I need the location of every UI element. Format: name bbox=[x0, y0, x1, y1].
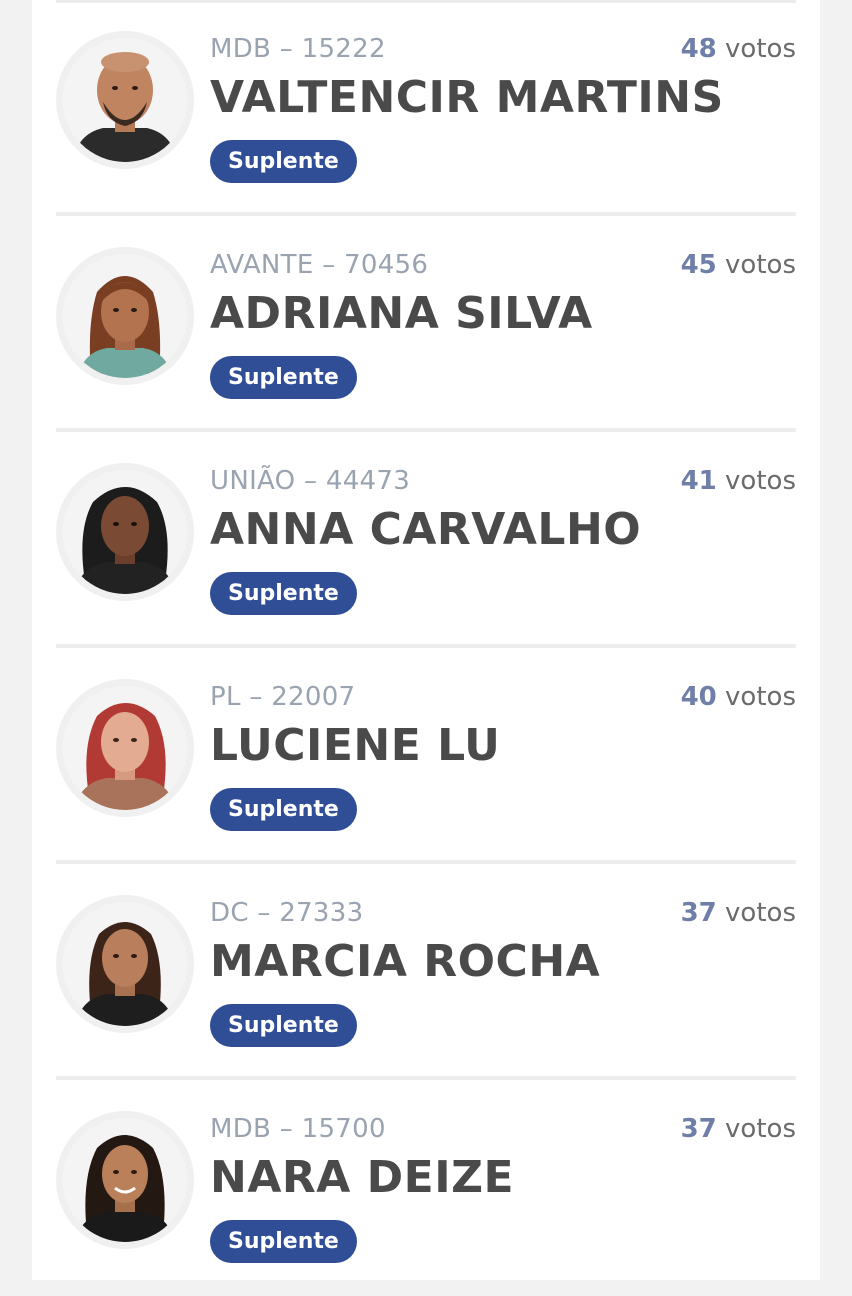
vote-number: 37 bbox=[680, 898, 717, 928]
vote-label: votos bbox=[725, 682, 796, 712]
candidate-photo bbox=[63, 902, 187, 1026]
candidate-photo bbox=[63, 686, 187, 810]
vote-count: 41 votos bbox=[681, 466, 796, 496]
candidate-row[interactable]: AVANTE – 70456 ADRIANA SILVA Suplente 45… bbox=[56, 216, 796, 432]
candidate-photo bbox=[63, 254, 187, 378]
status-badge: Suplente bbox=[210, 140, 357, 183]
vote-number: 45 bbox=[680, 250, 717, 280]
status-badge: Suplente bbox=[210, 356, 357, 399]
party-number: MDB – 15222 bbox=[210, 34, 386, 64]
results-panel: MDB – 15222 VALTENCIR MARTINS Suplente 4… bbox=[32, 0, 820, 1280]
vote-label: votos bbox=[725, 34, 796, 64]
vote-count: 37 votos bbox=[681, 1114, 796, 1144]
candidate-name: NARA DEIZE bbox=[210, 1152, 515, 1203]
avatar bbox=[56, 895, 194, 1033]
status-badge: Suplente bbox=[210, 1220, 357, 1263]
status-badge: Suplente bbox=[210, 788, 357, 831]
candidate-photo bbox=[63, 470, 187, 594]
candidate-name: LUCIENE LU bbox=[210, 720, 501, 771]
vote-number: 48 bbox=[680, 34, 717, 64]
avatar bbox=[56, 247, 194, 385]
party-number: MDB – 15700 bbox=[210, 1114, 386, 1144]
candidate-row[interactable]: PL – 22007 LUCIENE LU Suplente 40 votos bbox=[56, 648, 796, 864]
candidate-name: ADRIANA SILVA bbox=[210, 288, 593, 339]
party-number: AVANTE – 70456 bbox=[210, 250, 429, 280]
candidate-row[interactable]: MDB – 15222 VALTENCIR MARTINS Suplente 4… bbox=[56, 0, 796, 216]
avatar bbox=[56, 1111, 194, 1249]
candidate-row[interactable]: DC – 27333 MARCIA ROCHA Suplente 37 voto… bbox=[56, 864, 796, 1080]
avatar bbox=[56, 679, 194, 817]
vote-number: 41 bbox=[680, 466, 717, 496]
vote-count: 48 votos bbox=[681, 34, 796, 64]
vote-number: 37 bbox=[680, 1114, 717, 1144]
status-badge: Suplente bbox=[210, 1004, 357, 1047]
avatar bbox=[56, 31, 194, 169]
candidate-name: VALTENCIR MARTINS bbox=[210, 72, 724, 123]
vote-count: 40 votos bbox=[681, 682, 796, 712]
party-number: DC – 27333 bbox=[210, 898, 364, 928]
party-number: PL – 22007 bbox=[210, 682, 356, 712]
vote-count: 45 votos bbox=[681, 250, 796, 280]
candidate-photo bbox=[63, 38, 187, 162]
vote-label: votos bbox=[725, 250, 796, 280]
vote-count: 37 votos bbox=[681, 898, 796, 928]
candidate-name: ANNA CARVALHO bbox=[210, 504, 642, 555]
vote-label: votos bbox=[725, 466, 796, 496]
candidate-list: MDB – 15222 VALTENCIR MARTINS Suplente 4… bbox=[56, 0, 796, 1296]
vote-label: votos bbox=[725, 1114, 796, 1144]
status-badge: Suplente bbox=[210, 572, 357, 615]
candidate-row[interactable]: MDB – 15700 NARA DEIZE Suplente 37 votos bbox=[56, 1080, 796, 1296]
avatar bbox=[56, 463, 194, 601]
candidate-row[interactable]: UNIÃO – 44473 ANNA CARVALHO Suplente 41 … bbox=[56, 432, 796, 648]
candidate-name: MARCIA ROCHA bbox=[210, 936, 601, 987]
vote-label: votos bbox=[725, 898, 796, 928]
candidate-photo bbox=[63, 1118, 187, 1242]
party-number: UNIÃO – 44473 bbox=[210, 466, 411, 496]
vote-number: 40 bbox=[680, 682, 717, 712]
